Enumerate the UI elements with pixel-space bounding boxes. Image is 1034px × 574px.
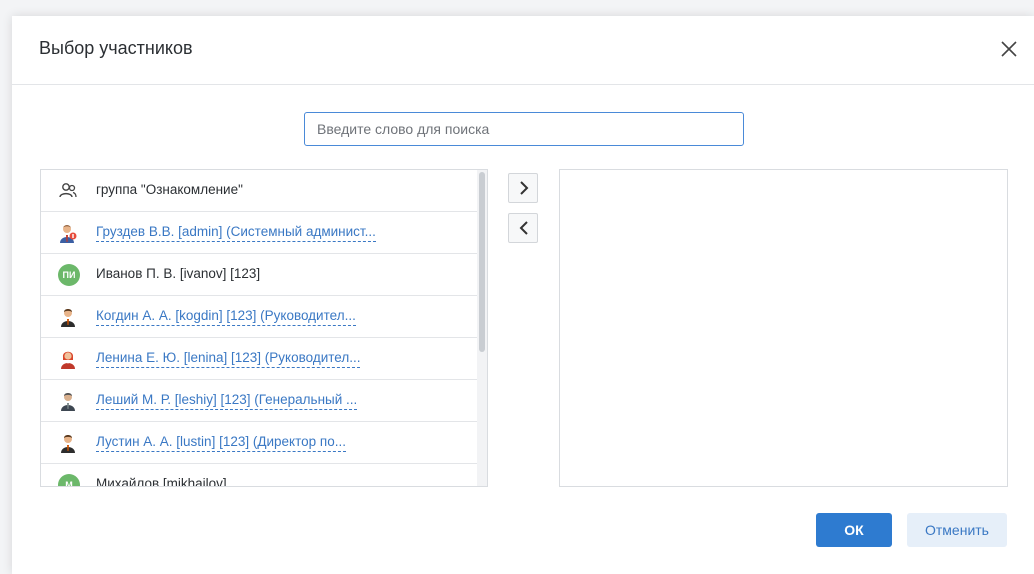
list-item[interactable]: М Михайлов [mikhailov] [41, 464, 477, 487]
admin-avatar-icon [60, 225, 77, 243]
list-item[interactable]: Ленина Е. Ю. [lenina] [123] (Руководител… [41, 338, 477, 380]
list-item[interactable]: Когдин А. А. [kogdin] [123] (Руководител… [41, 296, 477, 338]
list-item[interactable]: ПИ Иванов П. В. [ivanov] [123] [41, 254, 477, 296]
scrollbar-thumb[interactable] [479, 172, 485, 352]
male-user-icon [61, 435, 75, 453]
close-icon[interactable] [998, 38, 1020, 60]
list-item-label[interactable]: Когдин А. А. [kogdin] [123] (Руководител… [96, 308, 356, 326]
list-item[interactable]: Леший М. Р. [leshiy] [123] (Генеральный … [41, 380, 477, 422]
list-item-label: Иванов П. В. [ivanov] [123] [96, 266, 261, 281]
list-item[interactable]: группа "Ознакомление" [41, 170, 477, 212]
dialog-title: Выбор участников [39, 38, 193, 58]
list-item[interactable]: Лустин А. А. [lustin] [123] (Директор по… [41, 422, 477, 464]
list-item-label[interactable]: Ленина Е. Ю. [lenina] [123] (Руководител… [96, 350, 361, 368]
search-input[interactable] [304, 112, 744, 146]
remove-selected-button[interactable] [508, 213, 538, 243]
group-icon [59, 183, 77, 198]
male-user-icon [61, 309, 75, 327]
cancel-button[interactable]: Отменить [907, 513, 1007, 547]
initials-avatar: ПИ [58, 264, 80, 286]
ok-button[interactable]: ОК [816, 513, 892, 547]
available-participants-list[interactable]: группа "Ознакомление" Груздев В.В. [admi… [40, 169, 488, 487]
list-item-label[interactable]: Груздев В.В. [admin] (Системный админист… [96, 224, 376, 242]
list-item-label: группа "Ознакомление" [96, 182, 243, 197]
participants-dialog: Выбор участников группа "Ознакомление" [12, 16, 1034, 574]
list-item-label[interactable]: Лустин А. А. [lustin] [123] (Директор по… [96, 434, 346, 452]
dialog-header: Выбор участников [12, 16, 1034, 85]
list-item[interactable]: Груздев В.В. [admin] (Системный админист… [41, 212, 477, 254]
list-scrollbar[interactable] [477, 170, 487, 486]
chevron-left-icon [519, 221, 528, 235]
manager-user-icon [61, 393, 75, 411]
selected-participants-list[interactable] [559, 169, 1008, 487]
list-item-label[interactable]: Леший М. Р. [leshiy] [123] (Генеральный … [96, 392, 358, 410]
initials-avatar: М [58, 474, 80, 486]
list-item-label: Михайлов [mikhailov] [96, 476, 227, 487]
female-user-icon [61, 351, 75, 369]
add-selected-button[interactable] [508, 173, 538, 203]
chevron-right-icon [520, 181, 529, 195]
